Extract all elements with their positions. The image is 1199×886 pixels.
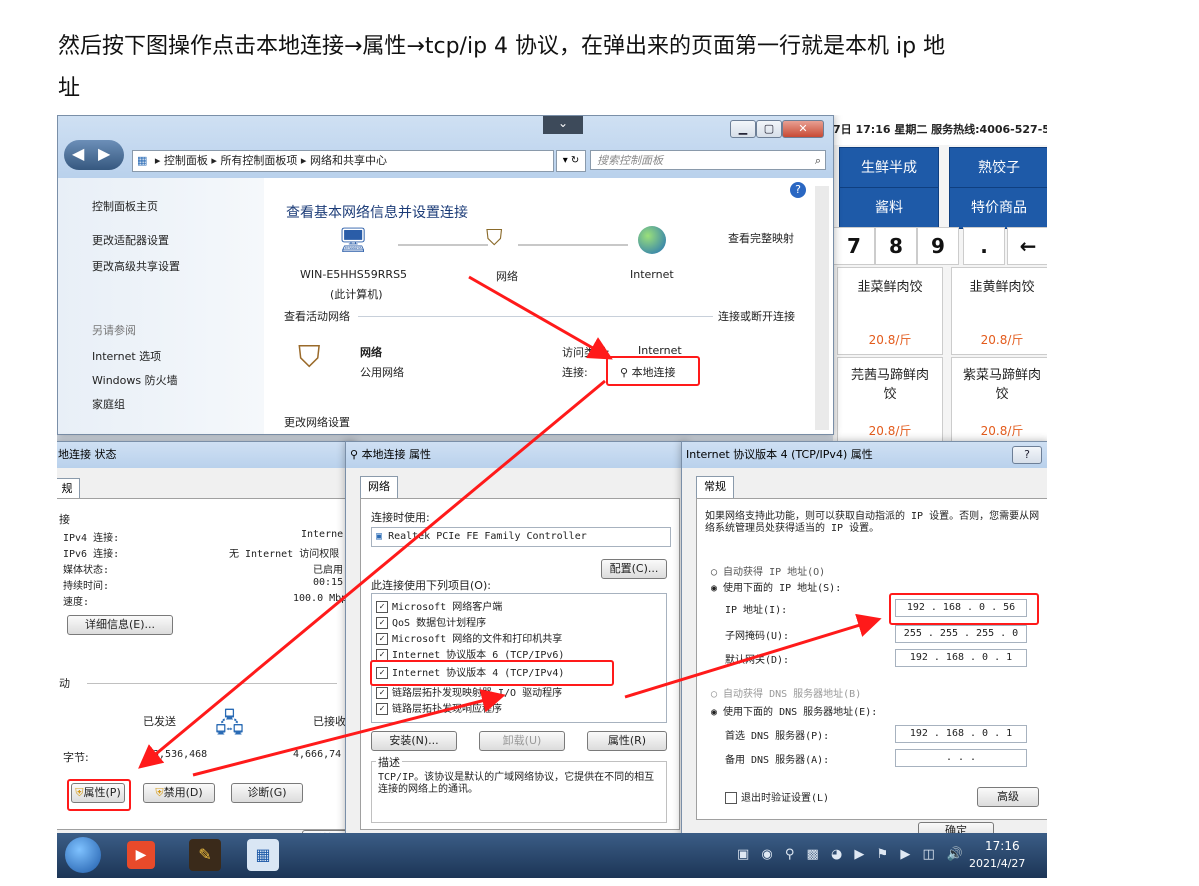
instruction-line-2: 址 — [58, 76, 81, 101]
screenshot: 7日 17:16 星期二 服务热线:4006-527-5 生鲜半成 熟饺子 酱料… — [57, 115, 1047, 878]
annotation-arrows — [138, 275, 882, 777]
instruction-text: 然后按下图操作点击本地连接→属性→tcp/ip 4 协议，在弹出来的页面第一行就… — [58, 26, 1168, 110]
arrow — [468, 275, 613, 360]
arrow — [192, 689, 506, 777]
arrow — [138, 379, 606, 769]
arrow — [624, 613, 882, 699]
instruction-line-1: 然后按下图操作点击本地连接→属性→tcp/ip 4 协议，在弹出来的页面第一行就… — [58, 34, 946, 59]
